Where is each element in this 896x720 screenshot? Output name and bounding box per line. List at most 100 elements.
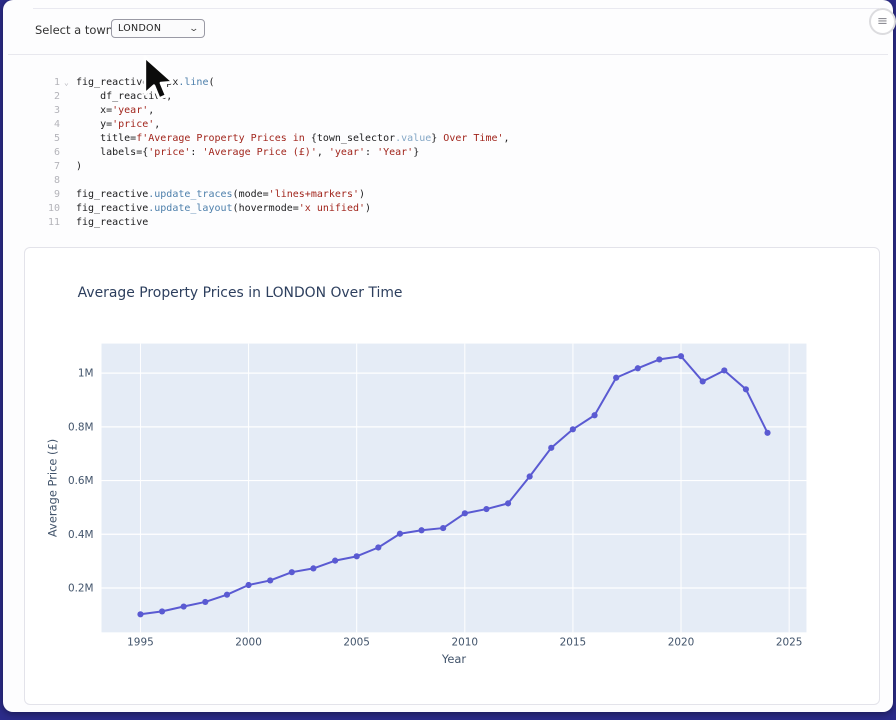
data-point-marker[interactable] [137,611,143,617]
line-number: 5 [23,132,64,146]
data-point-marker[interactable] [678,353,684,359]
fold-spacer [64,174,76,188]
town-select-value: LONDON [118,23,161,34]
fold-spacer [64,146,76,160]
data-point-marker[interactable] [656,356,662,362]
code-line[interactable]: 9 fig_reactive.update_traces(mode='lines+… [23,188,881,202]
data-point-marker[interactable] [743,386,749,392]
y-tick-label: 0.8M [68,421,94,433]
line-number: 7 [23,160,64,174]
code-line[interactable]: 3 x='year', [23,104,881,118]
code-line[interactable]: 11 fig_reactive [23,216,881,230]
code-line[interactable]: 10 fig_reactive.update_layout(hovermode='… [23,202,881,216]
chart-title: Average Property Prices in LONDON Over T… [78,285,403,301]
data-point-marker[interactable] [310,565,316,571]
line-number: 6 [23,146,64,160]
code-line[interactable]: 2 df_reactive, [23,90,881,104]
code-text [76,174,82,188]
data-point-marker[interactable] [397,531,403,537]
data-point-marker[interactable] [159,608,165,614]
data-point-marker[interactable] [591,412,597,418]
chevron-down-icon: ⌄ [189,24,200,34]
data-point-marker[interactable] [418,527,424,533]
data-point-marker[interactable] [332,558,338,564]
x-tick-label: 2020 [668,636,695,648]
code-text: x='year', [76,104,154,118]
y-tick-label: 0.2M [68,582,94,594]
data-point-marker[interactable] [764,430,770,436]
data-point-marker[interactable] [354,553,360,559]
code-text: fig_reactive [76,216,148,230]
data-point-marker[interactable] [375,544,381,550]
data-point-marker[interactable] [527,473,533,479]
code-text: y='price', [76,118,160,132]
code-text: df_reactive, [76,90,172,104]
widget-toolbar: Select a town: LONDON ⌄ [8,8,888,55]
y-axis-title: Average Price (£) [46,439,60,537]
x-tick-label: 2025 [776,636,803,648]
code-line[interactable]: 8 [23,174,881,188]
property-price-line-chart[interactable]: 1995 2000 2005 2010 2015 2020 2025 0.2M 0.4M 0.6M… [25,248,879,704]
data-point-marker[interactable] [462,510,468,516]
line-number: 1 [23,76,64,90]
x-axis-title: Year [441,652,467,666]
town-select-label: Select a town: [35,23,117,37]
chart-output-card: 1995 2000 2005 2010 2015 2020 2025 0.2M 0.4M 0.6M… [24,247,880,705]
x-tick-label: 2005 [343,636,370,648]
data-point-marker[interactable] [181,603,187,609]
line-number: 9 [23,188,64,202]
line-number: 2 [23,90,64,104]
line-number: 3 [23,104,64,118]
line-number: 4 [23,118,64,132]
notebook-window: Select a town: LONDON ⌄ ≡ 1⌄fig_reactive… [3,0,893,712]
code-text: labels={'price': 'Average Price (£)', 'y… [76,146,419,160]
fold-spacer [64,132,76,146]
plot-area[interactable] [102,344,807,633]
data-point-marker[interactable] [224,592,230,598]
fold-spacer [64,202,76,216]
x-tick-label: 2000 [235,636,262,648]
fold-chevron-icon[interactable]: ⌄ [64,76,76,90]
data-point-marker[interactable] [613,375,619,381]
hamburger-icon: ≡ [877,15,888,28]
data-point-marker[interactable] [548,445,554,451]
data-point-marker[interactable] [700,378,706,384]
code-text: fig_reactive.update_traces(mode='lines+m… [76,188,365,202]
code-text: fig_reactive = px.line( [76,76,215,90]
data-point-marker[interactable] [289,569,295,575]
code-text: fig_reactive.update_layout(hovermode='x … [76,202,371,216]
data-point-marker[interactable] [246,582,252,588]
code-line[interactable]: 4 y='price', [23,118,881,132]
code-line[interactable]: 1⌄fig_reactive = px.line( [23,76,881,90]
data-point-marker[interactable] [570,426,576,432]
line-number: 8 [23,174,64,188]
code-text: title=f'Average Property Prices in {town… [76,132,510,146]
notebook-menu-button[interactable]: ≡ [869,8,896,35]
code-editor[interactable]: 1⌄fig_reactive = px.line(2 df_reactive,3… [23,76,881,230]
code-line[interactable]: 7) [23,160,881,174]
x-tick-label: 2015 [560,636,587,648]
y-tick-label: 0.4M [68,529,94,541]
code-line[interactable]: 5 title=f'Average Property Prices in {to… [23,132,881,146]
x-tick-label: 2010 [452,636,479,648]
code-line[interactable]: 6 labels={'price': 'Average Price (£)', … [23,146,881,160]
y-tick-label: 0.6M [68,475,94,487]
code-text: ) [76,160,82,174]
town-select-dropdown[interactable]: LONDON ⌄ [111,19,205,38]
x-tick-label: 1995 [127,636,154,648]
fold-spacer [64,118,76,132]
data-point-marker[interactable] [721,367,727,373]
fold-spacer [64,90,76,104]
fold-spacer [64,104,76,118]
fold-spacer [64,216,76,230]
line-number: 10 [23,202,64,216]
fold-spacer [64,188,76,202]
data-point-marker[interactable] [267,577,273,583]
data-point-marker[interactable] [202,599,208,605]
data-point-marker[interactable] [440,525,446,531]
line-number: 11 [23,216,64,230]
data-point-marker[interactable] [505,500,511,506]
data-point-marker[interactable] [635,365,641,371]
y-tick-label: 1M [78,368,94,380]
data-point-marker[interactable] [483,506,489,512]
